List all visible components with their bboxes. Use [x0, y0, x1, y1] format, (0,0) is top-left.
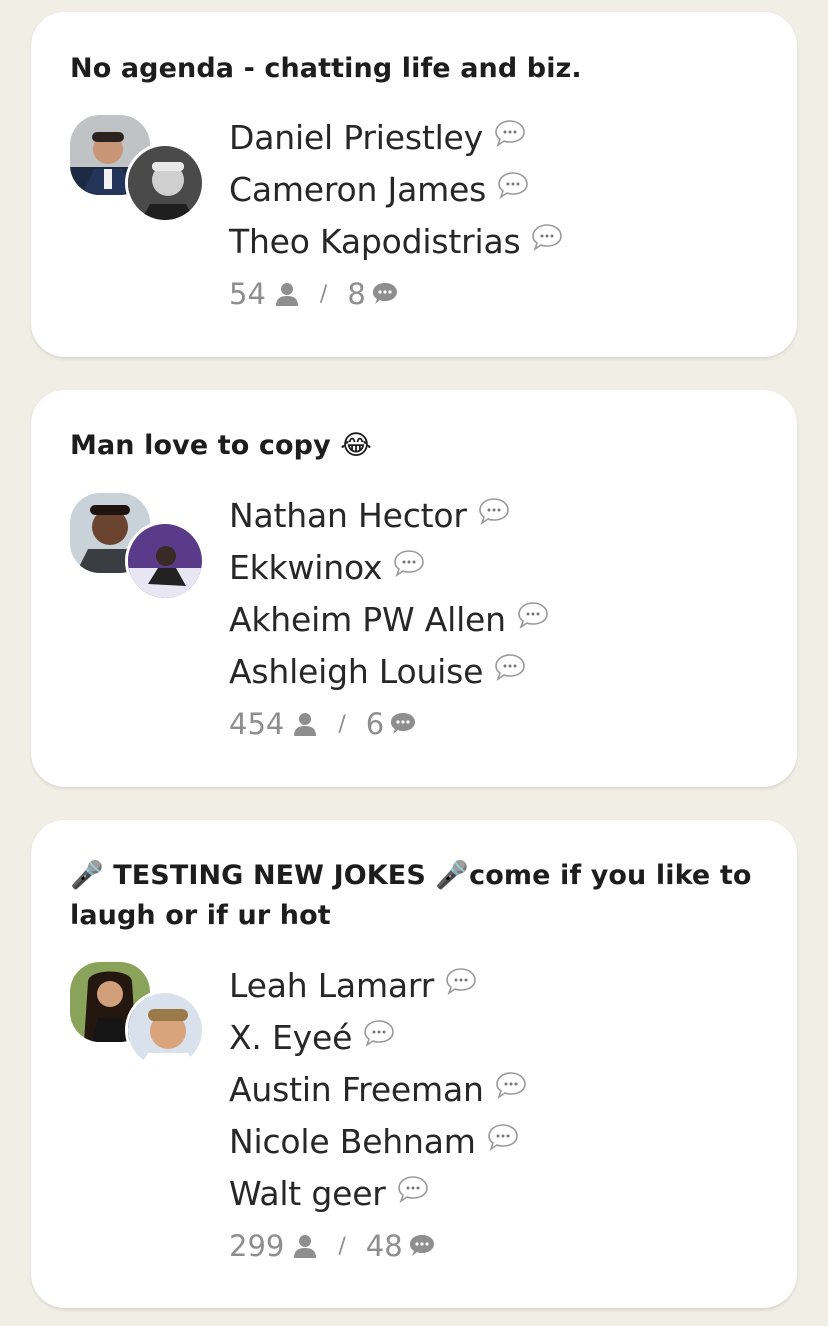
speaker-row[interactable]: Daniel Priestley	[229, 112, 563, 164]
speaker-name: Nicole Behnam	[229, 1122, 476, 1161]
speaker-list: Leah Lamarr X. Eyeé Austin Freeman Nicol…	[229, 960, 527, 1272]
speaker-name: Austin Freeman	[229, 1070, 484, 1109]
chat-icon	[409, 1235, 434, 1256]
separator: /	[338, 711, 346, 737]
speaker-row[interactable]: Akheim PW Allen	[229, 594, 549, 646]
speaker-row[interactable]: Ekkwinox	[229, 542, 549, 594]
speaker-row[interactable]: X. Eyeé	[229, 1012, 527, 1064]
speech-bubble-icon	[498, 172, 528, 199]
speaker-row[interactable]: Nicole Behnam	[229, 1116, 527, 1168]
avatar	[125, 521, 205, 601]
speech-bubble-icon	[495, 120, 525, 147]
speaker-name: Nathan Hector	[229, 496, 467, 535]
speech-bubble-icon	[364, 1020, 394, 1047]
avatar-stack	[70, 962, 206, 1074]
listener-count: 299	[229, 1229, 285, 1263]
room-card[interactable]: Man love to copy 😂 Nathan Hector Ekkwino…	[31, 390, 797, 787]
avatar	[125, 990, 205, 1070]
room-title: No agenda - chatting life and biz.	[70, 53, 582, 84]
speaker-row[interactable]: Nathan Hector	[229, 490, 549, 542]
speaker-name: Ekkwinox	[229, 548, 383, 587]
speaker-row[interactable]: Theo Kapodistrias	[229, 216, 563, 268]
listener-count: 54	[229, 277, 266, 311]
speaker-count: 6	[365, 707, 385, 741]
speaker-name: Walt geer	[229, 1174, 386, 1213]
speech-bubble-icon	[532, 224, 563, 251]
speaker-name: Ashleigh Louise	[229, 652, 484, 691]
room-card[interactable]: No agenda - chatting life and biz. Danie…	[31, 12, 797, 357]
speech-bubble-icon	[478, 498, 509, 525]
speaker-count: 48	[365, 1229, 403, 1263]
speech-bubble-icon	[495, 1072, 526, 1099]
speaker-count: 8	[347, 277, 366, 311]
speaker-name: Leah Lamarr	[229, 966, 435, 1005]
speech-bubble-icon	[397, 1176, 428, 1203]
room-card[interactable]: 🎤 TESTING NEW JOKES 🎤come if you like to…	[31, 820, 797, 1308]
speech-bubble-icon	[394, 550, 425, 577]
speaker-list: Nathan Hector Ekkwinox Akheim PW Allen A…	[229, 490, 549, 750]
room-title: 🎤 TESTING NEW JOKES 🎤come if you like to…	[70, 860, 752, 931]
avatar-stack	[70, 493, 206, 605]
chat-icon	[372, 283, 397, 304]
speech-bubble-icon	[518, 602, 548, 629]
speech-bubble-icon	[495, 654, 526, 681]
speaker-row[interactable]: Leah Lamarr	[229, 960, 527, 1012]
room-stats: 54 / 8	[229, 268, 563, 320]
speaker-name: X. Eyeé	[229, 1018, 353, 1057]
listener-count: 454	[229, 707, 285, 741]
avatar	[125, 143, 205, 223]
speaker-name: Akheim PW Allen	[229, 600, 506, 639]
speaker-list: Daniel Priestley Cameron James Theo Kapo…	[229, 112, 563, 320]
speaker-name: Theo Kapodistrias	[229, 222, 521, 261]
speaker-row[interactable]: Cameron James	[229, 164, 563, 216]
person-icon	[275, 283, 298, 306]
speaker-name: Cameron James	[229, 170, 487, 209]
person-icon	[294, 713, 317, 736]
room-stats: 454 / 6	[229, 698, 549, 750]
chat-icon	[391, 713, 416, 734]
avatar-stack	[70, 115, 206, 227]
speaker-row[interactable]: Austin Freeman	[229, 1064, 527, 1116]
speech-bubble-icon	[446, 968, 476, 995]
speaker-row[interactable]: Walt geer	[229, 1168, 527, 1220]
separator: /	[319, 281, 328, 307]
speech-bubble-icon	[487, 1124, 518, 1151]
speaker-row[interactable]: Ashleigh Louise	[229, 646, 549, 698]
separator: /	[338, 1233, 346, 1259]
person-icon	[294, 1235, 317, 1258]
speaker-name: Daniel Priestley	[229, 118, 483, 157]
room-title: Man love to copy 😂	[70, 430, 372, 461]
room-stats: 299 / 48	[229, 1220, 527, 1272]
